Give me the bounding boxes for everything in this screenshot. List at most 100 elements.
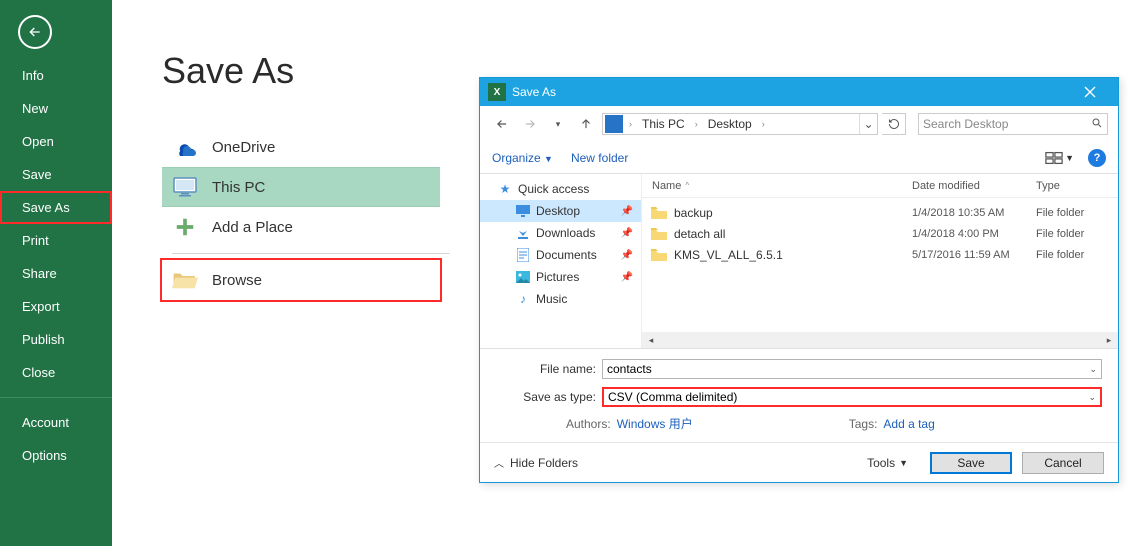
search-icon	[1091, 117, 1103, 132]
chevron-up-icon: ︿	[494, 455, 504, 470]
chevron-right-icon: ›	[695, 119, 698, 129]
newfolder-button[interactable]: New folder	[571, 151, 628, 165]
sidebar-item-new[interactable]: New	[0, 92, 112, 125]
folder-tree: ★ Quick access Desktop 📌 Downloads 📌 Doc…	[480, 174, 642, 348]
sort-asc-icon: ^	[685, 181, 689, 190]
cancel-button[interactable]: Cancel	[1022, 452, 1104, 474]
file-date: 1/4/2018 4:00 PM	[912, 228, 1036, 240]
tree-downloads[interactable]: Downloads 📌	[480, 222, 641, 244]
dialog-title: Save As	[512, 85, 556, 99]
scroll-right-icon[interactable]: ▸	[1102, 333, 1116, 347]
chevron-down-icon: ▼	[1065, 153, 1074, 163]
refresh-button[interactable]	[882, 113, 906, 135]
savetype-label: Save as type:	[496, 390, 602, 404]
folder-icon	[650, 249, 668, 261]
scroll-left-icon[interactable]: ◂	[644, 333, 658, 347]
sidebar-item-share[interactable]: Share	[0, 257, 112, 290]
close-icon	[1084, 86, 1096, 98]
tree-documents[interactable]: Documents 📌	[480, 244, 641, 266]
sidebar-item-open[interactable]: Open	[0, 125, 112, 158]
filename-input[interactable]: contacts ⌄	[602, 359, 1102, 379]
horizontal-scrollbar[interactable]: ◂ ▸	[642, 332, 1118, 348]
savetype-select[interactable]: CSV (Comma delimited) ⌄	[602, 387, 1102, 407]
place-label: This PC	[212, 179, 265, 196]
music-icon: ♪	[516, 292, 530, 306]
dialog-titlebar: X Save As	[480, 78, 1118, 106]
dialog-close-button[interactable]	[1070, 78, 1110, 106]
pin-icon: 📌	[621, 272, 633, 283]
file-name: KMS_VL_ALL_6.5.1	[674, 248, 912, 262]
place-browse[interactable]: Browse	[162, 260, 440, 300]
pin-icon: 📌	[621, 250, 633, 261]
sidebar-item-export[interactable]: Export	[0, 290, 112, 323]
sidebar-item-info[interactable]: Info	[0, 59, 112, 92]
folder-open-icon	[172, 267, 198, 293]
file-type: File folder	[1036, 228, 1118, 240]
view-icon	[1045, 151, 1063, 165]
chevron-right-icon: ›	[629, 119, 632, 129]
back-button[interactable]	[18, 15, 52, 49]
file-list-header: Name ^ Date modified Type	[642, 174, 1118, 198]
search-input[interactable]: Search Desktop	[918, 113, 1108, 135]
place-thispc[interactable]: This PC	[162, 167, 440, 207]
tree-music[interactable]: ♪ Music	[480, 288, 641, 310]
onedrive-icon	[172, 134, 198, 160]
pictures-icon	[516, 270, 530, 284]
help-button[interactable]: ?	[1088, 149, 1106, 167]
filename-value: contacts	[607, 362, 652, 376]
crumb-desktop[interactable]: Desktop	[702, 117, 758, 131]
backstage-sidebar: Info New Open Save Save As Print Share E…	[0, 0, 112, 546]
hide-folders-button[interactable]: ︿ Hide Folders	[494, 455, 578, 470]
view-options-button[interactable]: ▼	[1045, 151, 1074, 165]
chevron-down-icon[interactable]: ⌄	[1088, 392, 1096, 403]
organize-button[interactable]: Organize ▼	[492, 151, 553, 165]
chevron-right-icon: ›	[762, 119, 765, 129]
tags-label: Tags:	[849, 417, 878, 431]
tree-pictures[interactable]: Pictures 📌	[480, 266, 641, 288]
file-row[interactable]: detach all 1/4/2018 4:00 PM File folder	[642, 223, 1118, 244]
sidebar-item-publish[interactable]: Publish	[0, 323, 112, 356]
place-addplace[interactable]: Add a Place	[162, 207, 440, 247]
save-button[interactable]: Save	[930, 452, 1012, 474]
crumb-thispc[interactable]: This PC	[636, 117, 691, 131]
sidebar-item-print[interactable]: Print	[0, 224, 112, 257]
file-row[interactable]: backup 1/4/2018 10:35 AM File folder	[642, 202, 1118, 223]
tags-value[interactable]: Add a tag	[883, 417, 934, 431]
saveas-dialog: X Save As ▾ › This PC › Desktop › ⌄ Sear…	[479, 77, 1119, 483]
sidebar-item-save[interactable]: Save	[0, 158, 112, 191]
sidebar-item-account[interactable]: Account	[0, 406, 112, 439]
file-name: backup	[674, 206, 912, 220]
arrow-right-icon	[523, 117, 537, 131]
arrow-left-icon	[495, 117, 509, 131]
nav-back-button[interactable]	[490, 112, 514, 136]
savetype-value: CSV (Comma delimited)	[608, 390, 737, 404]
search-placeholder: Search Desktop	[923, 117, 1008, 131]
path-box[interactable]: › This PC › Desktop › ⌄	[602, 113, 878, 135]
col-type-header[interactable]: Type	[1036, 180, 1118, 192]
nav-recent-button[interactable]: ▾	[546, 112, 570, 136]
path-dropdown-button[interactable]: ⌄	[859, 114, 877, 134]
pc-icon	[605, 115, 623, 133]
explorer-body: ★ Quick access Desktop 📌 Downloads 📌 Doc…	[480, 174, 1118, 348]
toolbar-row: Organize ▼ New folder ▼ ?	[480, 142, 1118, 174]
pin-icon: 📌	[621, 228, 633, 239]
sidebar-item-options[interactable]: Options	[0, 439, 112, 472]
nav-up-button[interactable]	[574, 112, 598, 136]
file-list: Name ^ Date modified Type backup 1/4/201…	[642, 174, 1118, 348]
col-name-header[interactable]: Name ^	[642, 180, 912, 192]
col-date-header[interactable]: Date modified	[912, 180, 1036, 192]
chevron-down-icon: ▼	[544, 154, 553, 164]
authors-value[interactable]: Windows 用户	[617, 415, 693, 432]
tools-menu[interactable]: Tools ▼	[867, 456, 908, 470]
star-icon: ★	[498, 182, 512, 196]
documents-icon	[516, 248, 530, 262]
chevron-down-icon[interactable]: ⌄	[1089, 364, 1097, 375]
sidebar-item-close[interactable]: Close	[0, 356, 112, 389]
button-bar: ︿ Hide Folders Tools ▼ Save Cancel	[480, 442, 1118, 482]
tree-desktop[interactable]: Desktop 📌	[480, 200, 641, 222]
file-row[interactable]: KMS_VL_ALL_6.5.1 5/17/2016 11:59 AM File…	[642, 244, 1118, 265]
folder-icon	[650, 228, 668, 240]
sidebar-item-saveas[interactable]: Save As	[0, 191, 112, 224]
place-onedrive[interactable]: OneDrive	[162, 127, 440, 167]
tree-quickaccess[interactable]: ★ Quick access	[480, 178, 641, 200]
